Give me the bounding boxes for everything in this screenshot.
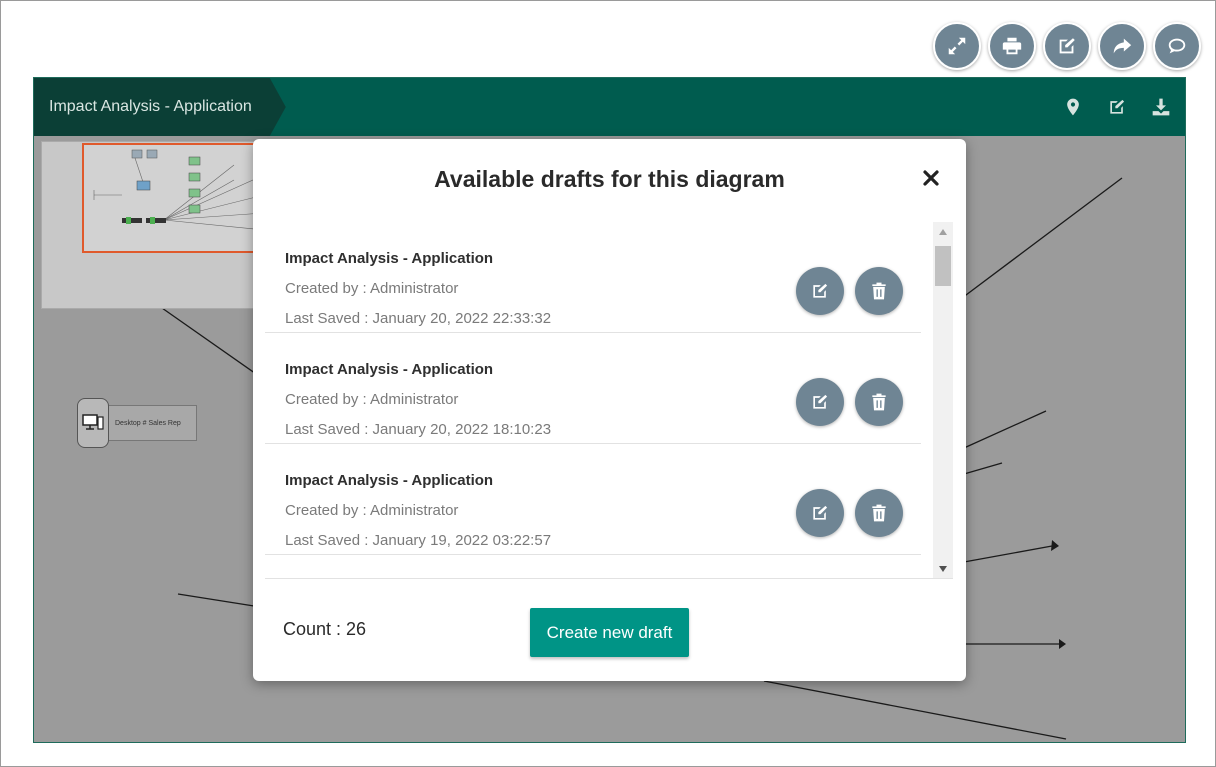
drafts-modal: Available drafts for this diagram Impact… — [253, 139, 966, 681]
panel-title: Impact Analysis - Application — [34, 78, 286, 136]
edit-icon — [1059, 38, 1075, 54]
draft-last-saved: Last Saved : January 20, 2022 18:10:23 — [285, 421, 552, 438]
scroll-up-arrow[interactable] — [933, 222, 953, 242]
draft-item[interactable]: Impact Analysis - Application Created by… — [265, 444, 921, 555]
draft-item[interactable]: Impact Analysis - Application Created by… — [265, 222, 921, 333]
trash-icon — [872, 282, 886, 300]
map-marker-icon[interactable] — [1063, 97, 1083, 117]
print-button[interactable] — [988, 22, 1036, 70]
edit-draft-button[interactable] — [796, 267, 844, 315]
delete-draft-button[interactable] — [855, 378, 903, 426]
edit-icon[interactable] — [1107, 97, 1127, 117]
edit-icon — [813, 505, 828, 520]
draft-name: Impact Analysis - Application — [285, 250, 494, 267]
create-new-draft-button[interactable]: Create new draft — [530, 608, 689, 657]
minimap-viewport[interactable] — [82, 143, 272, 253]
panel-tools — [1063, 78, 1171, 136]
scroll-thumb[interactable] — [935, 246, 951, 286]
draft-created-by: Created by : Administrator — [285, 391, 459, 408]
print-icon — [1002, 37, 1022, 55]
panel-header: Impact Analysis - Application — [34, 78, 1185, 136]
top-toolbar — [933, 22, 1201, 70]
comments-icon — [1168, 38, 1186, 54]
draft-created-by: Created by : Administrator — [285, 280, 459, 297]
desktop-icon — [77, 398, 109, 448]
download-icon[interactable] — [1151, 97, 1171, 117]
expand-icon — [948, 37, 966, 55]
minimap[interactable] — [41, 141, 273, 309]
draft-last-saved: Last Saved : January 19, 2022 03:22:57 — [285, 532, 552, 549]
edit-button[interactable] — [1043, 22, 1091, 70]
minimap-diagram — [93, 149, 265, 231]
delete-draft-button[interactable] — [855, 267, 903, 315]
trash-icon — [872, 393, 886, 411]
draft-list[interactable]: Impact Analysis - Application Created by… — [265, 222, 953, 579]
expand-button[interactable] — [933, 22, 981, 70]
edit-icon — [813, 283, 828, 298]
node-label: Desktop # Sales Rep — [109, 405, 197, 441]
modal-title: Available drafts for this diagram — [434, 166, 785, 192]
scrollbar[interactable] — [933, 222, 953, 578]
comments-button[interactable] — [1153, 22, 1201, 70]
edit-icon — [813, 394, 828, 409]
share-icon — [1113, 38, 1132, 54]
diagram-node[interactable]: Desktop # Sales Rep — [77, 398, 197, 448]
draft-count: Count : 26 — [283, 619, 367, 639]
share-button[interactable] — [1098, 22, 1146, 70]
edit-draft-button[interactable] — [796, 489, 844, 537]
draft-created-by: Created by : Administrator — [285, 502, 459, 519]
close-icon[interactable] — [922, 169, 940, 187]
draft-name: Impact Analysis - Application — [285, 361, 494, 378]
draft-item[interactable]: Impact Analysis - Application Created by… — [265, 333, 921, 444]
scroll-down-arrow[interactable] — [933, 559, 953, 578]
draft-name: Impact Analysis - Application — [285, 472, 494, 489]
edit-draft-button[interactable] — [796, 378, 844, 426]
delete-draft-button[interactable] — [855, 489, 903, 537]
trash-icon — [872, 504, 886, 522]
draft-last-saved: Last Saved : January 20, 2022 22:33:32 — [285, 310, 552, 327]
